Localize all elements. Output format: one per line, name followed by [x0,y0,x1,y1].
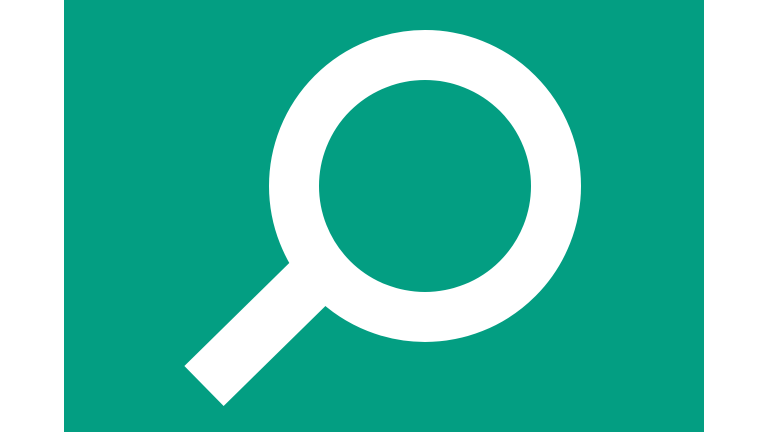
search-icon [64,0,704,432]
screen-background [0,0,768,432]
search-app-tile[interactable] [64,0,704,432]
